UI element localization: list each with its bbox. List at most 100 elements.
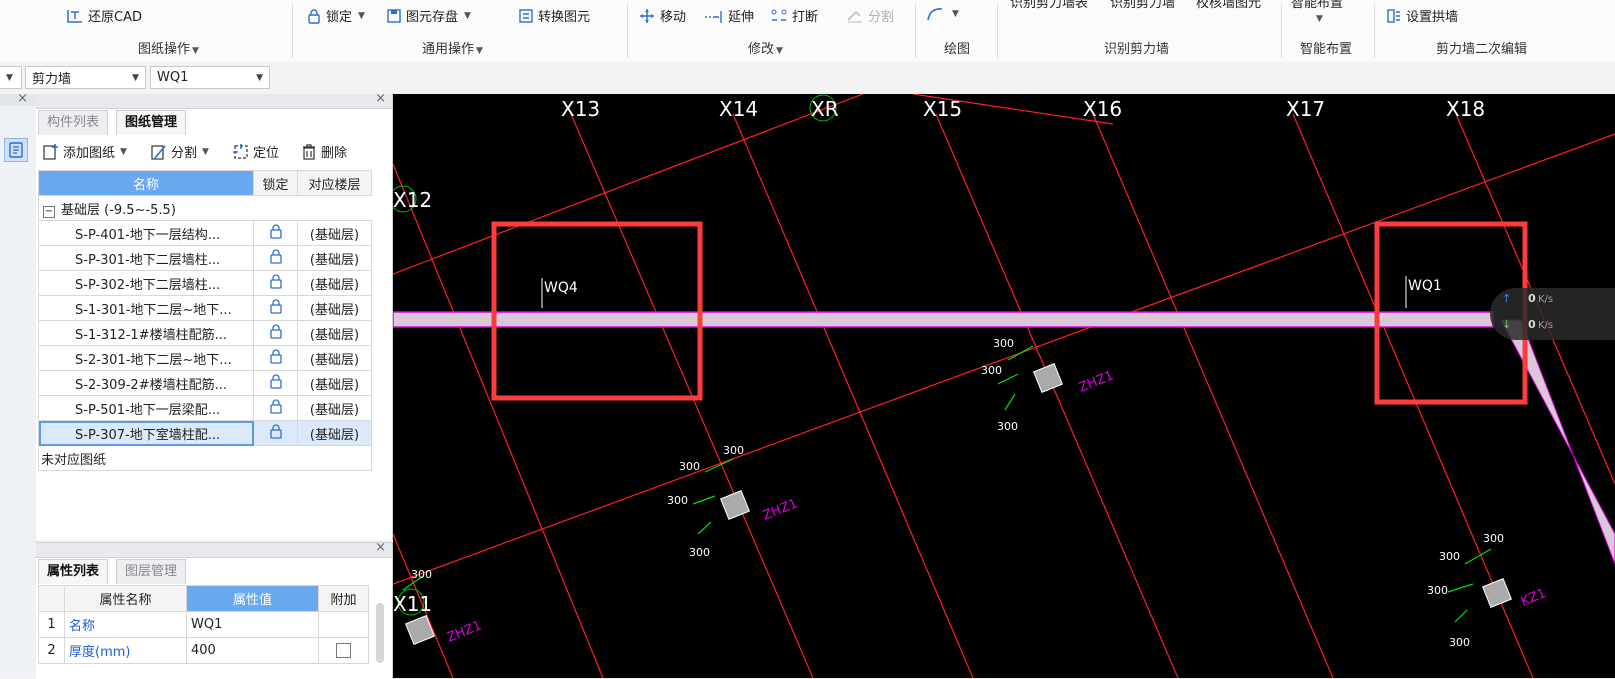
lock-button[interactable]: 锁定 ▼: [306, 6, 365, 25]
table-row[interactable]: S-P-301-地下二层墙柱... (基础层): [38, 245, 372, 271]
drawing-floor[interactable]: (基础层): [297, 320, 372, 346]
table-row[interactable]: S-P-501-地下一层梁配... (基础层): [38, 395, 372, 421]
table-row[interactable]: S-P-401-地下一层结构... (基础层): [38, 220, 372, 246]
table-row[interactable]: S-1-312-1#楼墙柱配筋... (基础层): [38, 320, 372, 346]
column-header-name[interactable]: 名称: [38, 170, 254, 196]
drawing-name: S-P-301-地下二层墙柱...: [38, 245, 254, 271]
split-icon: [847, 10, 862, 22]
close-icon[interactable]: ×: [375, 91, 386, 106]
group-secondary-edit: 剪力墙二次编辑: [1436, 42, 1528, 57]
shear-wall[interactable]: [393, 311, 1494, 328]
delete-button[interactable]: 删除: [300, 142, 347, 161]
axis-label: X15: [923, 97, 962, 121]
unmatched-drawings-row[interactable]: 未对应图纸: [38, 445, 372, 471]
column[interactable]: [1482, 578, 1512, 608]
add-drawing-button[interactable]: 添加图纸 ▼: [42, 142, 127, 161]
smart-layout-button[interactable]: 智能布置: [1291, 0, 1343, 11]
drawing-floor[interactable]: (基础层): [297, 270, 372, 296]
lock-icon[interactable]: [253, 345, 298, 371]
table-row[interactable]: 2 厚度(mm) 400: [38, 637, 369, 664]
extend-button[interactable]: 延伸: [704, 6, 754, 25]
dimension-label: 300: [679, 460, 700, 473]
restore-cad-button[interactable]: 还原CAD: [66, 6, 142, 25]
drawing-floor[interactable]: (基础层): [297, 220, 372, 246]
close-icon[interactable]: ×: [375, 540, 386, 555]
shear-wall-diagonal[interactable]: [1500, 319, 1615, 565]
dimension-label: 300: [411, 568, 432, 581]
drawing-floor[interactable]: (基础层): [297, 295, 372, 321]
drawing-floor[interactable]: (基础层): [297, 370, 372, 396]
verify-wall-button[interactable]: 校核墙图元: [1196, 0, 1261, 11]
lock-icon[interactable]: [253, 295, 298, 321]
drawing-floor[interactable]: (基础层): [297, 420, 372, 446]
identify-wall-button[interactable]: 识别剪力墙: [1110, 0, 1175, 11]
lock-icon[interactable]: [253, 245, 298, 271]
convert-icon: [519, 8, 533, 23]
arc-draw-button[interactable]: ▼: [926, 6, 959, 22]
property-panel: × 属性列表 图层管理 属性名称 属性值 附加 1 名称 WQ1 2 厚度(mm…: [36, 540, 393, 679]
column[interactable]: [720, 490, 750, 520]
lock-icon[interactable]: [253, 370, 298, 396]
axis-label: X17: [1286, 97, 1325, 121]
table-row[interactable]: S-1-301-地下二层~地下... (基础层): [38, 295, 372, 321]
column-header-lock[interactable]: 锁定: [253, 170, 298, 196]
element-save-button[interactable]: 图元存盘 ▼: [386, 6, 471, 25]
upload-speed-unit: K/s: [1538, 294, 1554, 305]
lock-icon[interactable]: [253, 420, 298, 446]
split-drawing-button[interactable]: 分割 ▼: [150, 142, 209, 161]
property-value[interactable]: 400: [186, 637, 319, 664]
extra-checkbox[interactable]: [336, 643, 351, 658]
drawing-floor[interactable]: (基础层): [297, 395, 372, 421]
drawing-name: S-P-401-地下一层结构...: [38, 220, 254, 246]
column[interactable]: [405, 615, 435, 645]
table-row[interactable]: S-2-301-地下二层~地下... (基础层): [38, 345, 372, 371]
lock-icon[interactable]: [253, 320, 298, 346]
column-label: ZHZ1: [761, 496, 800, 523]
table-row[interactable]: 1 名称 WQ1: [38, 611, 369, 638]
left-navigation-strip: ×: [0, 91, 37, 678]
column-header-extra: 附加: [318, 585, 369, 612]
drawing-floor[interactable]: (基础层): [297, 245, 372, 271]
collapse-icon[interactable]: −: [43, 205, 55, 218]
group-identify: 识别剪力墙: [1104, 42, 1170, 57]
lock-icon[interactable]: [253, 395, 298, 421]
identify-wall-table-button[interactable]: 识别剪力墙表: [1010, 0, 1088, 11]
tab-drawing-management[interactable]: 图纸管理: [116, 110, 187, 135]
floor-combo[interactable]: ▼: [0, 66, 22, 89]
element-type-combo[interactable]: 剪力墙 ▼: [25, 66, 146, 89]
set-arch-wall-button[interactable]: 设置拱墙: [1386, 6, 1458, 25]
smart-layout-dropdown[interactable]: ▼: [1314, 14, 1323, 24]
drawing-name: S-2-301-地下二层~地下...: [38, 345, 254, 371]
drawing-name: S-1-312-1#楼墙柱配筋...: [38, 320, 254, 346]
close-icon[interactable]: ×: [17, 91, 28, 106]
scrollbar[interactable]: [376, 603, 384, 663]
table-row[interactable]: S-P-302-地下二层墙柱... (基础层): [38, 270, 372, 296]
column-label: ZHZ1: [1077, 368, 1116, 395]
axis-label: X18: [1446, 97, 1485, 121]
table-row-selected[interactable]: S-P-307-地下室墙柱配... (基础层): [38, 420, 372, 446]
convert-element-button[interactable]: 转换图元: [518, 6, 590, 25]
tab-layer-management[interactable]: 图层管理: [116, 559, 187, 584]
drawing-floor[interactable]: (基础层): [297, 345, 372, 371]
group-label: 基础层 (-9.5~-5.5): [61, 202, 176, 218]
locate-button[interactable]: 定位: [232, 142, 279, 161]
break-button[interactable]: 打断: [770, 6, 818, 25]
lock-icon[interactable]: [253, 270, 298, 296]
property-name: 厚度(mm): [64, 637, 187, 664]
table-row[interactable]: S-2-309-2#楼墙柱配筋... (基础层): [38, 370, 372, 396]
move-button[interactable]: 移动: [638, 6, 686, 25]
column[interactable]: [1033, 363, 1063, 393]
wall-label: WQ1: [1408, 278, 1442, 294]
axis-label: X14: [719, 97, 758, 121]
property-value[interactable]: WQ1: [186, 611, 319, 638]
column-header-floor[interactable]: 对应楼层: [297, 170, 372, 196]
split-button[interactable]: 分割: [846, 6, 894, 25]
tree-group-row[interactable]: − 基础层 (-9.5~-5.5): [38, 195, 372, 221]
tab-property-list[interactable]: 属性列表: [38, 559, 109, 584]
cad-drawing-canvas[interactable]: X13 X14 XR X15 X16 X17 X18 X12 X11 WQ4 W…: [393, 94, 1615, 678]
lock-icon[interactable]: [253, 220, 298, 246]
element-name-combo[interactable]: WQ1 ▼: [150, 66, 270, 89]
tab-component-list[interactable]: 构件列表: [38, 110, 109, 135]
dimension-label: 300: [997, 420, 1018, 433]
list-view-icon[interactable]: [4, 138, 28, 162]
